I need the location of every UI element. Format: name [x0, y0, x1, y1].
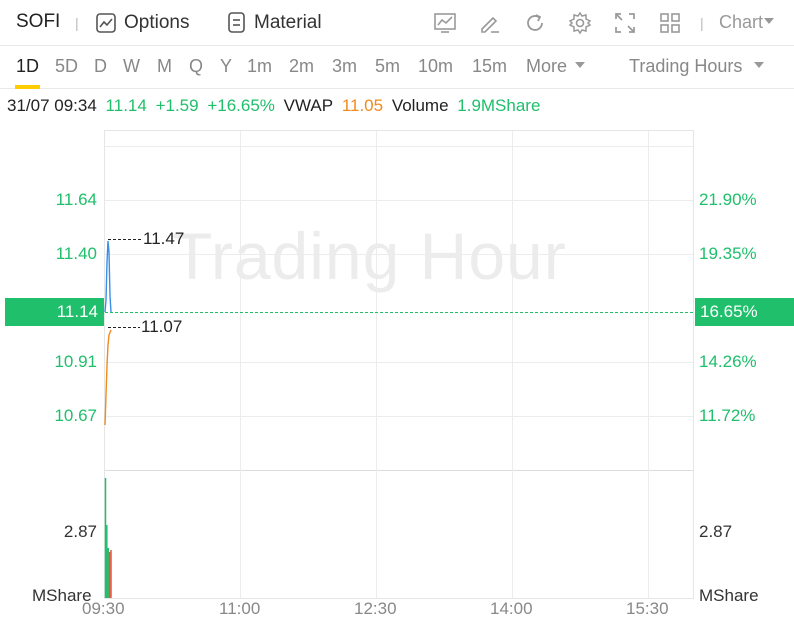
chevron-down-icon	[575, 62, 586, 68]
grid-layout-icon[interactable]	[658, 11, 682, 35]
low-price-annotation: 11.07	[141, 317, 183, 336]
pct-axis-label: 11.72%	[699, 406, 756, 425]
period-2m[interactable]: 2m	[289, 56, 314, 77]
toolbar-separator: |	[75, 15, 79, 31]
period-q[interactable]: Q	[189, 56, 203, 77]
document-icon	[228, 12, 245, 33]
chart-type-dropdown[interactable]: Chart	[719, 12, 775, 33]
pct-axis-label: 19.35%	[699, 244, 757, 263]
high-price-annotation: 11.47	[143, 229, 185, 248]
trend-chart-icon[interactable]	[433, 11, 457, 35]
price-axis-label: 11.64	[55, 190, 97, 209]
material-label: Material	[254, 12, 322, 33]
chart-type-label: Chart	[719, 12, 764, 32]
ticker-symbol[interactable]: SOFI	[16, 11, 60, 33]
trading-hours-label: Trading Hours	[629, 56, 743, 76]
vwap-line	[104, 329, 112, 426]
period-1m[interactable]: 1m	[247, 56, 272, 77]
pct-axis-label: 21.90%	[699, 190, 757, 209]
toolbar-separator: |	[700, 15, 704, 31]
period-15m[interactable]: 15m	[472, 56, 507, 77]
active-period-underline	[15, 85, 40, 89]
price-axis-label: 11.40	[55, 244, 97, 263]
trading-hours-dropdown[interactable]: Trading Hours	[629, 56, 765, 77]
period-y[interactable]: Y	[220, 56, 232, 77]
current-price-tag: 11.14	[5, 298, 104, 326]
period-3m[interactable]: 3m	[332, 56, 357, 77]
volume-unit-label: MShare	[699, 586, 759, 605]
options-chart-icon	[96, 13, 116, 33]
price-axis-label: 10.67	[54, 406, 97, 425]
intraday-chart[interactable]	[0, 90, 794, 624]
period-bar: 1D 5D D W M Q Y 1m 2m 3m 5m 10m 15m More…	[0, 46, 794, 89]
more-periods-dropdown[interactable]: More	[526, 56, 586, 77]
material-button[interactable]: Material	[227, 10, 322, 36]
top-toolbar: SOFI | Options Material | Chart	[0, 0, 794, 46]
time-axis-label: 14:00	[490, 599, 533, 618]
period-5d[interactable]: 5D	[55, 56, 78, 77]
period-5m[interactable]: 5m	[375, 56, 400, 77]
gear-icon[interactable]	[568, 11, 592, 35]
time-axis-label: 15:30	[626, 599, 669, 618]
current-pct-tag: 16.65%	[695, 298, 794, 326]
time-axis-label: 11:00	[219, 599, 261, 618]
period-d[interactable]: D	[94, 56, 107, 77]
price-axis-label: 10.91	[54, 352, 97, 371]
time-axis-label: 09:30	[82, 599, 125, 618]
more-label: More	[526, 56, 568, 76]
pen-icon[interactable]	[478, 11, 502, 35]
trading-hour-watermark: Trading Hour	[172, 219, 567, 293]
period-m[interactable]: M	[157, 56, 172, 77]
period-w[interactable]: W	[123, 56, 140, 77]
chevron-down-icon	[764, 18, 775, 24]
chevron-down-icon	[754, 62, 765, 68]
price-line	[104, 240, 112, 313]
time-axis-label: 12:30	[354, 599, 397, 618]
options-label: Options	[124, 12, 190, 33]
refresh-icon[interactable]	[523, 11, 547, 35]
volume-axis-label: 2.87	[63, 522, 97, 541]
fullscreen-icon[interactable]	[613, 11, 637, 35]
pct-axis-label: 14.26%	[699, 352, 757, 371]
period-1d[interactable]: 1D	[16, 56, 39, 77]
period-10m[interactable]: 10m	[418, 56, 453, 77]
options-button[interactable]: Options	[95, 10, 189, 36]
volume-axis-label: 2.87	[699, 522, 733, 541]
